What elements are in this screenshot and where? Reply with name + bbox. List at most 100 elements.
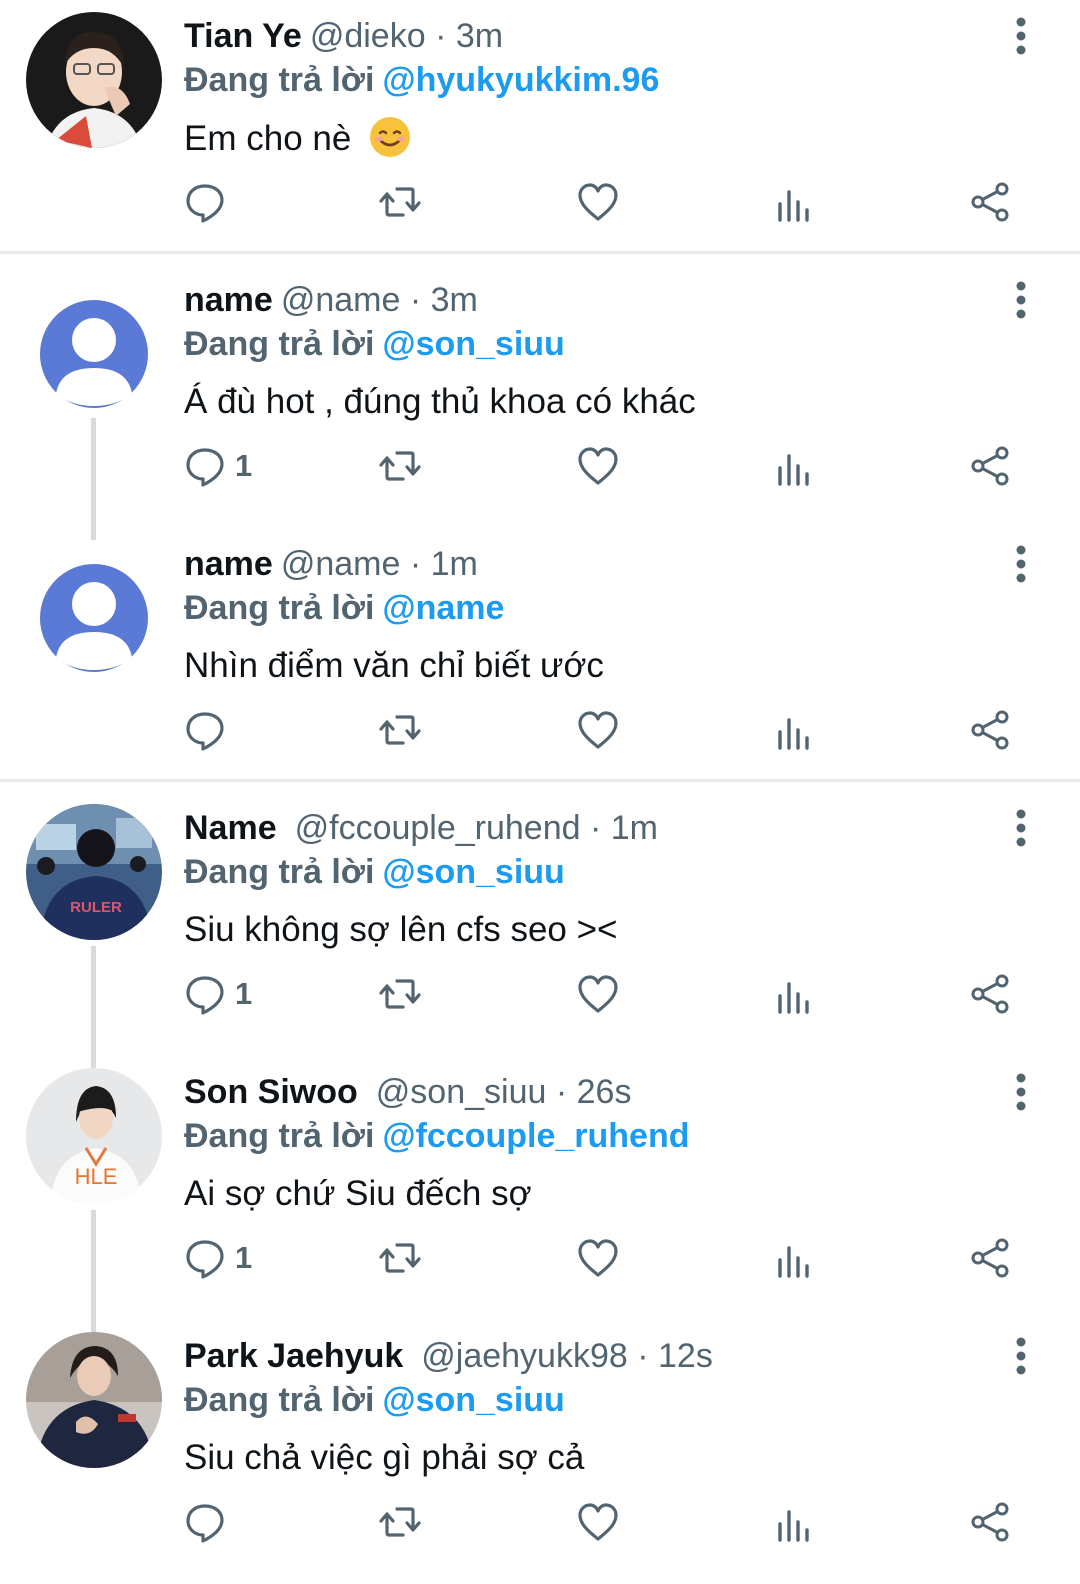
tweet[interactable]: Tian Ye @dieko · 3m Đang trả lời @hyukyukk… [0, 0, 1080, 264]
handle[interactable]: @son_siuu [376, 1073, 547, 1111]
share-icon [971, 710, 1009, 750]
tweet[interactable]: name @name · 1m Đang trả lời @name Nhìn đi… [0, 528, 1080, 792]
more-icon[interactable] [1005, 14, 1037, 58]
more-icon[interactable] [1005, 1070, 1037, 1114]
avatar-shirt-label: HLE [75, 1164, 118, 1189]
avatar-shirt-label: RULER [70, 899, 122, 916]
share-button[interactable] [969, 1228, 1013, 1288]
photo-avatar-ruler: RULER [26, 804, 162, 940]
share-button[interactable] [969, 1492, 1013, 1552]
retweet-button[interactable] [378, 1492, 422, 1552]
like-button[interactable] [576, 1228, 620, 1288]
display-name[interactable]: Tian Ye [184, 17, 302, 55]
like-icon [578, 975, 618, 1013]
handle[interactable]: @name [281, 545, 401, 583]
replying-to-label: Đang trả lời [184, 1117, 375, 1155]
views-button[interactable] [772, 1492, 816, 1552]
views-button[interactable] [772, 1228, 816, 1288]
retweet-button[interactable] [378, 172, 422, 232]
replying-to: Đang trả lời @son_siuu [184, 324, 565, 364]
like-button[interactable] [576, 436, 620, 496]
views-button[interactable] [772, 964, 816, 1024]
action-bar [0, 1492, 1080, 1552]
avatar-photo [26, 12, 162, 148]
dot-separator: · [400, 281, 431, 319]
avatar[interactable] [26, 1332, 162, 1468]
share-button[interactable] [969, 964, 1013, 1024]
replying-to-handle[interactable]: @hyukyukkim.96 [382, 61, 659, 99]
avatar[interactable]: HLE [26, 1068, 162, 1204]
display-name[interactable]: Name [184, 809, 277, 847]
action-bar: 1 [0, 964, 1080, 1024]
timestamp[interactable]: 3m [456, 17, 503, 55]
share-icon [971, 1238, 1009, 1278]
tweet[interactable]: RULER Name @fccouple_ruhend · 1m Đang trả… [0, 792, 1080, 1074]
timestamp[interactable]: 1m [611, 809, 658, 847]
avatar[interactable] [26, 276, 162, 412]
handle[interactable]: @jaehyukk98 [421, 1337, 628, 1375]
display-name[interactable]: name [184, 545, 273, 583]
reply-button[interactable]: 1 [183, 1228, 252, 1288]
timestamp[interactable]: 1m [431, 545, 478, 583]
retweet-button[interactable] [378, 436, 422, 496]
replying-to-label: Đang trả lời [184, 61, 375, 99]
replying-to-handle[interactable]: @son_siuu [382, 325, 564, 363]
views-button[interactable] [772, 172, 816, 232]
more-icon[interactable] [1005, 806, 1037, 850]
reply-button[interactable] [183, 172, 235, 232]
share-button[interactable] [969, 172, 1013, 232]
share-button[interactable] [969, 700, 1013, 760]
retweet-button[interactable] [378, 964, 422, 1024]
tweet-text-content: Em cho nè [184, 119, 352, 158]
replying-to-handle[interactable]: @fccouple_ruhend [382, 1117, 689, 1155]
action-bar: 1 [0, 436, 1080, 496]
smiling-face-emoji [370, 117, 411, 157]
tweet-text: Em cho nè [184, 116, 411, 161]
handle[interactable]: @name [281, 281, 401, 319]
more-icon[interactable] [1005, 542, 1037, 586]
retweet-button[interactable] [378, 700, 422, 760]
handle[interactable]: @fccouple_ruhend [295, 809, 581, 847]
reply-button[interactable]: 1 [183, 436, 252, 496]
avatar[interactable] [26, 12, 162, 148]
replying-to-label: Đang trả lời [184, 1381, 375, 1419]
reply-button[interactable] [183, 700, 235, 760]
more-icon[interactable] [1005, 278, 1037, 322]
action-bar [0, 700, 1080, 760]
like-button[interactable] [576, 700, 620, 760]
like-button[interactable] [576, 172, 620, 232]
display-name[interactable]: Son Siwoo [184, 1073, 358, 1111]
reply-button[interactable] [183, 1492, 235, 1552]
timestamp[interactable]: 12s [658, 1337, 713, 1375]
reply-icon [186, 976, 224, 1015]
reply-count: 1 [235, 976, 253, 1011]
more-icon[interactable] [1005, 1334, 1037, 1378]
timestamp[interactable]: 26s [577, 1073, 632, 1111]
display-name[interactable]: Park Jaehyuk [184, 1337, 403, 1375]
avatar[interactable] [26, 540, 162, 676]
tweet[interactable]: Park Jaehyuk @jaehyukk98 · 12s Đang trả l… [0, 1320, 1080, 1584]
like-button[interactable] [576, 1492, 620, 1552]
tweet[interactable]: HLE Son Siwoo @son_siuu · 26s Đang trả lờ… [0, 1056, 1080, 1338]
default-avatar [26, 540, 162, 676]
avatar[interactable]: RULER [26, 804, 162, 940]
views-button[interactable] [772, 436, 816, 496]
handle[interactable]: @dieko [310, 17, 426, 55]
reply-count: 1 [235, 1240, 253, 1275]
tweet-header: Son Siwoo @son_siuu · 26s [184, 1072, 631, 1112]
replying-to-handle[interactable]: @son_siuu [382, 853, 564, 891]
replying-to-handle[interactable]: @son_siuu [382, 1381, 564, 1419]
like-button[interactable] [576, 964, 620, 1024]
share-button[interactable] [969, 436, 1013, 496]
replying-to: Đang trả lời @hyukyukkim.96 [184, 60, 659, 100]
replying-to-label: Đang trả lời [184, 589, 375, 627]
replying-to-handle[interactable]: @name [382, 589, 504, 627]
timestamp[interactable]: 3m [431, 281, 478, 319]
views-button[interactable] [772, 700, 816, 760]
display-name[interactable]: name [184, 281, 273, 319]
retweet-button[interactable] [378, 1228, 422, 1288]
reply-button[interactable]: 1 [183, 964, 252, 1024]
replying-to-label: Đang trả lời [184, 853, 375, 891]
tweet[interactable]: name @name · 3m Đang trả lời @son_siuu Á đ… [0, 264, 1080, 546]
like-icon [578, 183, 618, 221]
